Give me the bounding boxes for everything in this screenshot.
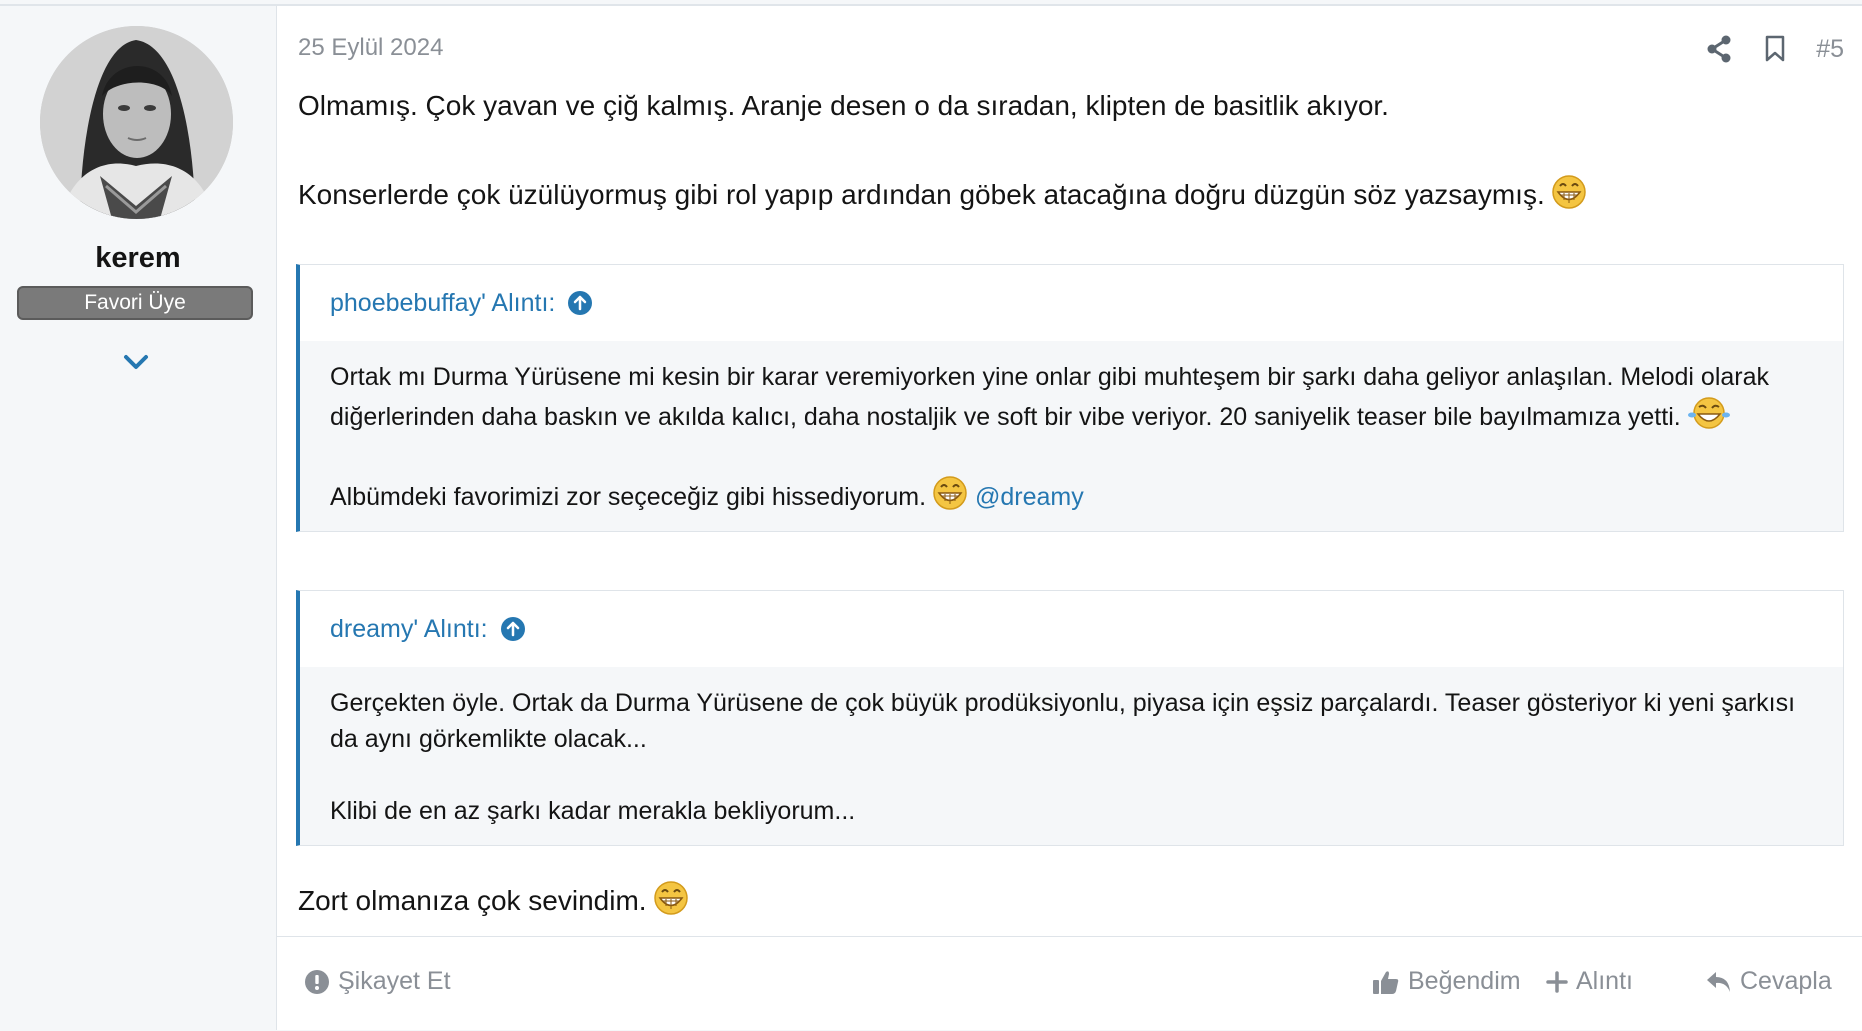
user-cell: kerem Favori Üye xyxy=(0,6,277,1030)
quote-block: dreamy' Alıntı: Gerçekten öyle. Ortak da… xyxy=(296,590,1844,846)
grinning-emoji-icon xyxy=(1551,175,1586,209)
quote-author[interactable]: dreamy' Alıntı: xyxy=(330,615,488,644)
arrow-up-circle-icon[interactable] xyxy=(500,616,526,642)
quote-text: Gerçekten öyle. Ortak da Durma Yürüsene … xyxy=(330,689,1796,753)
post-main: 25 Eylül 2024 #5 Olmamış. Çok yavan ve ç… xyxy=(276,6,1862,1030)
arrow-up-circle-icon[interactable] xyxy=(567,290,593,316)
post-paragraph: Olmamış. Çok yavan ve çiğ kalmış. Aranje… xyxy=(298,90,1389,121)
laughing-emoji-icon xyxy=(1687,397,1730,429)
quote-content: Ortak mı Durma Yürüsene mi kesin bir kar… xyxy=(300,341,1843,531)
quote-content: Gerçekten öyle. Ortak da Durma Yürüsene … xyxy=(300,667,1843,845)
plus-icon xyxy=(1546,970,1568,993)
quote-block: phoebebuffay' Alıntı: Ortak mı Durma Yür… xyxy=(296,264,1844,532)
post-paragraph-text: Zort olmanıza çok sevindim. xyxy=(298,885,647,916)
avatar[interactable] xyxy=(40,26,233,219)
username[interactable]: kerem xyxy=(0,242,276,275)
forum-post: kerem Favori Üye 25 Eylül 2024 #5 Olmamı… xyxy=(0,4,1862,1030)
report-button[interactable]: Şikayet Et xyxy=(304,967,451,996)
exclamation-circle-icon xyxy=(305,969,329,994)
post-paragraph: Zort olmanıza çok sevindim. xyxy=(298,880,689,917)
post-footer: Şikayet Et Beğendim Alıntı Cevapla xyxy=(276,936,1862,1031)
like-button[interactable]: Beğendim xyxy=(1372,967,1521,996)
quote-label: Alıntı xyxy=(1576,967,1633,995)
post-number-link[interactable]: #5 xyxy=(1816,35,1844,64)
user-title-badge: Favori Üye xyxy=(17,286,253,320)
quote-header[interactable]: phoebebuffay' Alıntı: xyxy=(300,265,1843,341)
post-paragraph-text: Konserlerde çok üzülüyormuş gibi rol yap… xyxy=(298,179,1545,210)
grinning-emoji-icon xyxy=(933,476,967,510)
post-paragraph: Konserlerde çok üzülüyormuş gibi rol yap… xyxy=(298,174,1587,211)
reply-label: Cevapla xyxy=(1740,967,1832,995)
post-actions: #5 xyxy=(1704,34,1844,64)
quote-author[interactable]: phoebebuffay' Alıntı: xyxy=(330,289,555,318)
share-icon[interactable] xyxy=(1704,34,1734,64)
report-label: Şikayet Et xyxy=(338,967,451,995)
like-label: Beğendim xyxy=(1408,967,1521,995)
bookmark-icon[interactable] xyxy=(1760,34,1790,64)
reply-button[interactable]: Cevapla xyxy=(1706,967,1832,996)
quote-button[interactable]: Alıntı xyxy=(1546,967,1633,996)
quote-header[interactable]: dreamy' Alıntı: xyxy=(300,591,1843,667)
quote-text: Albümdeki favorimizi zor seçeceğiz gibi … xyxy=(330,483,927,511)
post-date[interactable]: 25 Eylül 2024 xyxy=(298,34,443,62)
quote-text: Klibi de en az şarkı kadar merakla bekli… xyxy=(330,797,856,825)
chevron-down-icon[interactable] xyxy=(122,352,150,372)
grinning-emoji-icon xyxy=(653,881,688,915)
thumbs-up-icon xyxy=(1373,970,1399,994)
quote-text: Ortak mı Durma Yürüsene mi kesin bir kar… xyxy=(330,363,1770,431)
user-mention-link[interactable]: @dreamy xyxy=(975,483,1084,511)
reply-icon xyxy=(1707,971,1730,992)
